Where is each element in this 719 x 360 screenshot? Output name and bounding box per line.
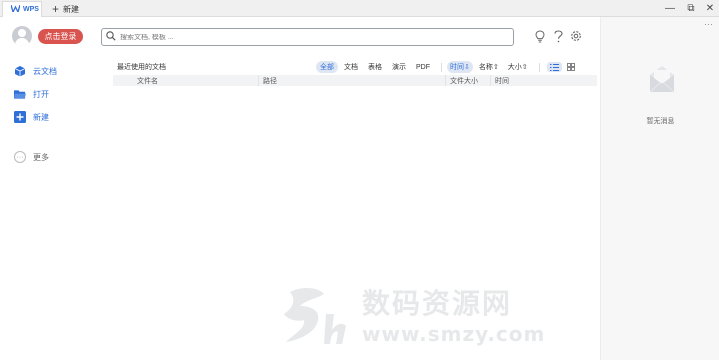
recent-docs-title: 最近使用的文档: [117, 64, 166, 71]
sort-by-time[interactable]: 时间⇩: [447, 61, 473, 73]
more-options-icon[interactable]: ···: [704, 19, 713, 29]
sidebar-item-cloud-docs[interactable]: 云文档: [14, 65, 57, 77]
tab-wps-home[interactable]: WPS: [2, 1, 42, 17]
divider: [441, 62, 442, 72]
new-tab-label: 新建: [63, 4, 80, 14]
list-view-icon[interactable]: [546, 62, 562, 72]
sidebar-item-label: 云文档: [33, 66, 57, 76]
lightbulb-icon[interactable]: [533, 29, 547, 43]
sidebar-item-more[interactable]: ··· 更多: [14, 151, 49, 163]
sidebar: 点击登录 云文档 打开 新建 ··· 更多: [0, 17, 98, 360]
wps-tab-label: WPS: [23, 6, 39, 13]
sidebar-item-open[interactable]: 打开: [14, 88, 49, 100]
search-icon: [106, 31, 116, 43]
column-time[interactable]: 时间: [490, 75, 597, 86]
sort-by-name[interactable]: 名称⇧: [476, 61, 502, 73]
column-filename[interactable]: 文件名: [113, 75, 258, 86]
filter-slides[interactable]: 演示: [388, 61, 410, 73]
message-panel: ··· 暂无消息: [600, 17, 719, 360]
divider: [538, 62, 540, 72]
wps-logo-icon: [10, 4, 21, 14]
sidebar-item-label: 新建: [33, 112, 49, 122]
empty-mail-icon: [648, 64, 676, 94]
settings-icon[interactable]: [569, 29, 583, 43]
more-icon: ···: [14, 151, 26, 163]
sidebar-item-label: 打开: [33, 89, 49, 99]
login-button[interactable]: 点击登录: [38, 29, 83, 44]
column-path[interactable]: 路径: [258, 75, 445, 86]
plus-icon: +: [52, 2, 60, 16]
watermark-text: 数码资源网: [362, 287, 513, 320]
sidebar-item-label: 更多: [33, 152, 49, 162]
new-doc-icon: [14, 111, 26, 123]
sidebar-item-new[interactable]: 新建: [14, 111, 49, 123]
column-size[interactable]: 文件大小: [445, 75, 490, 86]
filter-docs[interactable]: 文档: [340, 61, 362, 73]
cloud-doc-icon: [14, 65, 26, 77]
filter-pdf[interactable]: PDF: [412, 63, 434, 72]
filter-all[interactable]: 全部: [316, 61, 338, 73]
file-filter-bar: 全部 文档 表格 演示 PDF 时间⇩ 名称⇧ 大小⇧: [316, 61, 579, 73]
watermark: 数码资源网 www.smzy.com: [280, 282, 545, 346]
title-bar: WPS + 新建 — ⧉ ✕: [0, 0, 719, 17]
restore-button[interactable]: ⧉: [681, 0, 701, 17]
grid-view-icon[interactable]: [564, 62, 579, 72]
minimize-button[interactable]: —: [660, 0, 680, 17]
sort-by-size[interactable]: 大小⇧: [505, 61, 531, 73]
watermark-url: www.smzy.com: [362, 322, 546, 346]
watermark-logo-icon: [284, 288, 346, 344]
search-bar: [101, 28, 514, 46]
search-input[interactable]: [120, 33, 500, 41]
filter-sheets[interactable]: 表格: [364, 61, 386, 73]
help-icon[interactable]: [551, 29, 565, 43]
file-table-header: 文件名 路径 文件大小 时间: [113, 75, 597, 86]
new-tab-button[interactable]: + 新建: [52, 2, 79, 16]
avatar[interactable]: [12, 26, 32, 46]
empty-message-label: 暂无消息: [646, 118, 675, 125]
folder-icon: [14, 88, 26, 100]
close-button[interactable]: ✕: [700, 0, 719, 17]
